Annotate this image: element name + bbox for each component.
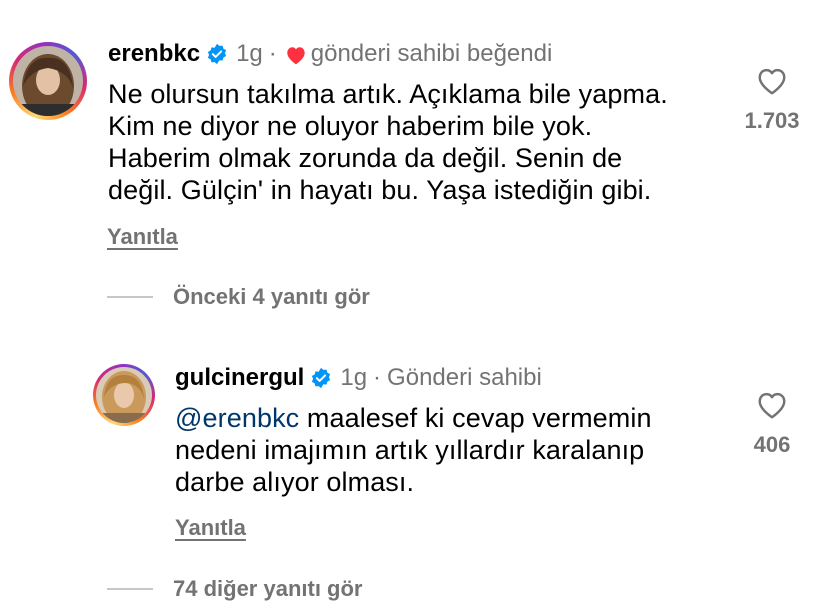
view-replies-label: Önceki 4 yanıtı gör (173, 284, 370, 309)
comment-header: gulcinergul 1g · Gönderi sahibi (175, 364, 542, 392)
view-previous-replies-button[interactable]: Önceki 4 yanıtı gör (107, 284, 370, 310)
liked-by-author-label: gönderi sahibi beğendi (310, 40, 553, 67)
separator-dot: · (373, 364, 382, 391)
mention-link[interactable]: @erenbkc (175, 403, 299, 433)
view-replies-label: 74 diğer yanıtı gör (173, 576, 363, 601)
separator-dot: · (268, 40, 277, 67)
comment-line-text: maalesef ki cevap vermemin (306, 403, 652, 433)
comment-line: @erenbkc maalesef ki cevap vermemin (175, 402, 652, 434)
avatar[interactable] (93, 364, 155, 426)
comment-line: değil. Gülçin' in hayatı bu. Yaşa istedi… (108, 175, 652, 205)
username[interactable]: gulcinergul (175, 364, 304, 392)
reply-button[interactable]: Yanıtla (175, 515, 246, 541)
like-column: 1.703 (727, 66, 817, 134)
comment-time: 1g (340, 364, 368, 391)
reply-button[interactable]: Yanıtla (107, 224, 178, 250)
author-badge: Gönderi sahibi (387, 364, 542, 391)
like-heart-outline-icon[interactable] (755, 66, 789, 96)
avatar-photo-erenbkc (13, 46, 83, 116)
comment-line: Kim ne diyor ne oluyor haberim bile yok. (108, 111, 593, 141)
comment-time: 1g (236, 40, 263, 67)
divider-line (107, 588, 153, 590)
view-more-replies-button[interactable]: 74 diğer yanıtı gör (107, 576, 363, 602)
like-heart-outline-icon[interactable] (755, 390, 789, 420)
like-count: 406 (753, 432, 791, 457)
like-count: 1.703 (744, 108, 800, 133)
verified-badge-icon (206, 43, 228, 65)
comment-line: Haberim olmak zorunda da değil. Senin de (108, 143, 623, 173)
verified-badge-icon (310, 367, 332, 389)
comment-line: darbe alıyor olması. (175, 467, 415, 497)
comment-line: nedeni imajımın artık yıllardır karalanı… (175, 435, 645, 465)
username[interactable]: erenbkc (108, 40, 200, 68)
divider-line (107, 296, 153, 298)
comment-line: Ne olursun takılma artık. Açıklama bile … (108, 79, 668, 109)
heart-icon (285, 44, 307, 65)
like-column: 406 (727, 390, 817, 458)
avatar[interactable] (9, 42, 87, 120)
avatar-photo-gulcinergul (96, 367, 152, 423)
comment-header: erenbkc 1g · gönderi sahibi beğendi (108, 40, 552, 68)
